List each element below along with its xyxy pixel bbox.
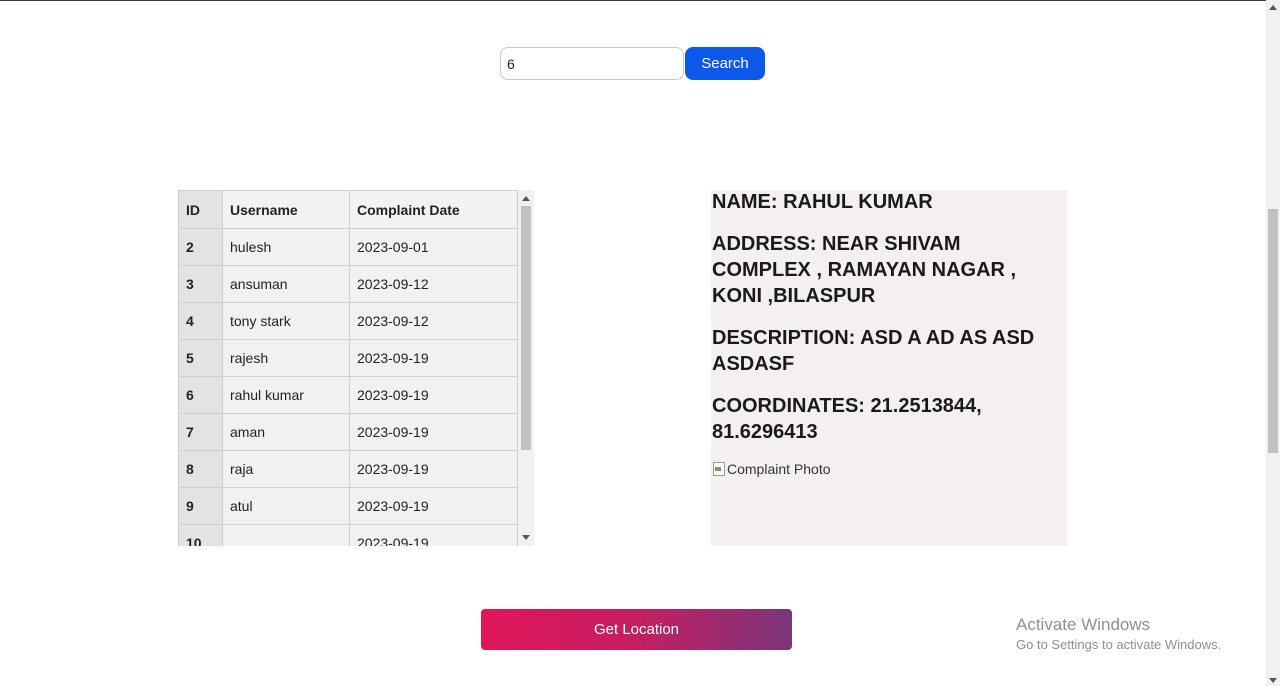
broken-image-icon [712, 461, 726, 477]
cell-date: 2023-09-19 [349, 339, 518, 377]
complaint-photo-alt-text: Complaint Photo [727, 461, 831, 477]
cell-id: 3 [178, 265, 223, 303]
table-row[interactable]: 9 atul 2023-09-19 [178, 487, 518, 525]
page-scrollbar-thumb[interactable] [1268, 209, 1278, 453]
cell-id: 10 [178, 524, 223, 546]
cell-id: 7 [178, 413, 223, 451]
cell-id: 6 [178, 376, 223, 414]
search-button[interactable]: Search [685, 47, 765, 80]
cell-username: tony stark [222, 302, 350, 340]
cell-username: atul [222, 487, 350, 525]
top-border [0, 0, 1266, 1]
detail-name: NAME: RAHUL KUMAR [712, 191, 933, 213]
cell-date: 2023-09-19 [349, 413, 518, 451]
cell-username: hulesh [222, 228, 350, 266]
complaints-table-container[interactable]: ID Username Complaint Date 2 hulesh 2023… [178, 190, 534, 546]
page-scroll-up-icon[interactable] [1269, 5, 1277, 10]
column-header-complaint-date: Complaint Date [349, 190, 518, 229]
search-input[interactable] [500, 47, 684, 80]
table-row[interactable]: 7 aman 2023-09-19 [178, 413, 518, 451]
activate-windows-watermark: Activate Windows Go to Settings to activ… [1016, 615, 1221, 653]
cell-date: 2023-09-12 [349, 265, 518, 303]
scroll-down-arrow-icon[interactable] [522, 535, 530, 540]
detail-address: ADDRESS: NEAR SHIVAM COMPLEX , RAMAYAN N… [712, 233, 1017, 307]
complaints-table: ID Username Complaint Date 2 hulesh 2023… [178, 190, 518, 546]
cell-date: 2023-09-19 [349, 450, 518, 488]
cell-username: ansuman [222, 265, 350, 303]
complaint-photo: Complaint Photo [712, 461, 1059, 477]
table-row[interactable]: 3 ansuman 2023-09-12 [178, 265, 518, 303]
cell-date: 2023-09-19 [349, 487, 518, 525]
column-header-id: ID [178, 190, 223, 229]
search-bar: Search [500, 47, 765, 80]
scroll-up-arrow-icon[interactable] [522, 196, 530, 201]
table-scrollbar-thumb[interactable] [521, 206, 531, 450]
cell-date: 2023-09-19 [349, 376, 518, 414]
complaint-details-panel: NAME: RAHUL KUMAR ADDRESS: NEAR SHIVAM C… [711, 190, 1067, 546]
cell-username: aman [222, 413, 350, 451]
table-row[interactable]: 8 raja 2023-09-19 [178, 450, 518, 488]
cell-username: rajesh [222, 339, 350, 377]
page-scroll-down-icon[interactable] [1269, 678, 1277, 683]
detail-coordinates: COORDINATES: 21.2513844, 81.6296413 [712, 395, 982, 443]
cell-username: rahul kumar [222, 376, 350, 414]
watermark-title: Activate Windows [1016, 615, 1151, 634]
watermark-subtitle: Go to Settings to activate Windows. [1016, 637, 1222, 652]
table-row[interactable]: 6 rahul kumar 2023-09-19 [178, 376, 518, 414]
cell-id: 4 [178, 302, 223, 340]
cell-id: 5 [178, 339, 223, 377]
get-location-button[interactable]: Get Location [481, 609, 792, 650]
detail-description: DESCRIPTION: ASD A AD AS ASD ASDASF [712, 327, 1035, 375]
table-header-row: ID Username Complaint Date [178, 190, 518, 229]
table-row[interactable]: 5 rajesh 2023-09-19 [178, 339, 518, 377]
column-header-username: Username [222, 190, 350, 229]
cell-username [222, 524, 350, 546]
cell-id: 9 [178, 487, 223, 525]
table-scrollbar[interactable] [518, 190, 534, 546]
table-row[interactable]: 10 2023-09-19 [178, 524, 518, 546]
cell-date: 2023-09-12 [349, 302, 518, 340]
cell-username: raja [222, 450, 350, 488]
table-row[interactable]: 2 hulesh 2023-09-01 [178, 228, 518, 266]
cell-date: 2023-09-01 [349, 228, 518, 266]
cell-date: 2023-09-19 [349, 524, 518, 546]
cell-id: 8 [178, 450, 223, 488]
table-row[interactable]: 4 tony stark 2023-09-12 [178, 302, 518, 340]
cell-id: 2 [178, 228, 223, 266]
page-scrollbar[interactable] [1266, 0, 1280, 686]
